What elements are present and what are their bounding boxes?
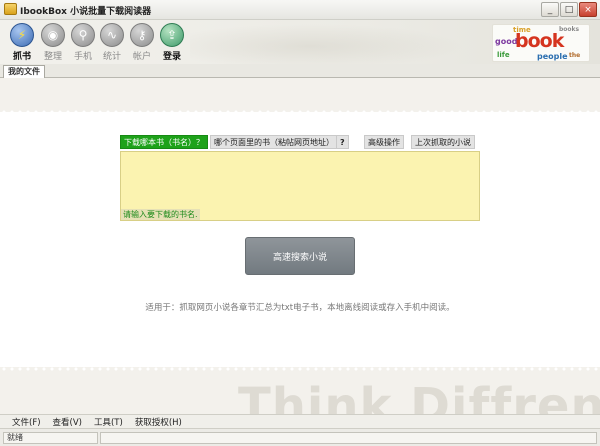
toolbar-item-account[interactable]: ⚷ 帐户 [127,21,157,63]
status-panel [100,432,597,444]
search-novel-button[interactable]: 高速搜索小说 [245,237,355,275]
close-button[interactable]: × [579,2,597,17]
menu-bar: 文件(F) 查看(V) 工具(T) 获取授权(H) [0,414,600,428]
book-word-cloud-logo: time good book people life books the [492,24,590,62]
logo-word-book: book [515,30,564,52]
toolbar-item-label: 手机 [73,52,92,62]
status-bar: 就绪 [0,428,600,446]
advanced-button[interactable]: 高级操作 [364,135,404,149]
menu-view[interactable]: 查看(V) [53,416,82,428]
main-content: Think Diffrent 下载哪本书（书名）？ 哪个页面里的书（粘帖网页地址… [0,78,600,434]
cloud-upload-icon: ⇪ [160,23,184,47]
lightning-icon: ⚡ [10,23,34,47]
disc-icon: ◉ [41,23,65,47]
mode-tab-book-name[interactable]: 下载哪本书（书名）？ [120,135,208,149]
toolbar-item-organize[interactable]: ◉ 整理 [38,21,68,63]
last-fetched-button[interactable]: 上次抓取的小说 [411,135,475,149]
window-controls: _ □ × [541,2,597,17]
key-icon: ⚷ [130,23,154,47]
logo-word: the [569,52,581,59]
usage-hint: 适用于：抓取网页小说各章节汇总为txt电子书，本地离线阅读或存入手机中阅读。 [145,303,455,313]
divider [0,367,600,371]
logo-word: people [537,52,568,61]
toolbar-item-grab[interactable]: ⚡ 抓书 [7,21,37,63]
input-placeholder: 请输入要下载的书名. [121,209,200,220]
search-icon: ⚲ [71,23,95,47]
toolbar-item-label: 整理 [43,52,62,62]
minimize-button[interactable]: _ [541,2,559,17]
toolbar-item-label: 统计 [102,52,121,62]
toolbar-item-label: 登录 [162,52,181,62]
menu-file[interactable]: 文件(F) [12,416,41,428]
toolbar-item-login[interactable]: ⇪ 登录 [157,21,187,63]
book-name-input[interactable]: 请输入要下载的书名. [120,151,480,221]
mode-tab-page-url[interactable]: 哪个页面里的书（粘帖网页地址） [210,135,338,149]
wave-icon: ∿ [100,23,124,47]
tab-bar: 我的文件 [0,64,600,79]
help-button[interactable]: ? [336,135,349,149]
logo-word: books [559,26,580,33]
toolbar-item-phone[interactable]: ⚲ 手机 [68,21,98,63]
menu-license[interactable]: 获取授权(H) [135,416,182,428]
tab-my-files[interactable]: 我的文件 [3,65,45,79]
app-icon [4,3,17,15]
maximize-button[interactable]: □ [560,2,578,17]
toolbar-background [190,20,490,64]
toolbar-item-stats[interactable]: ∿ 统计 [97,21,127,63]
status-text: 就绪 [3,432,98,444]
toolbar-item-label: 抓书 [12,52,31,62]
toolbar-item-label: 帐户 [132,52,151,62]
window-title: IbookBox 小说批量下载阅读器 [20,7,152,17]
title-bar: IbookBox 小说批量下载阅读器 _ □ × [0,0,600,20]
logo-word: life [497,51,510,59]
menu-tools[interactable]: 工具(T) [94,416,123,428]
